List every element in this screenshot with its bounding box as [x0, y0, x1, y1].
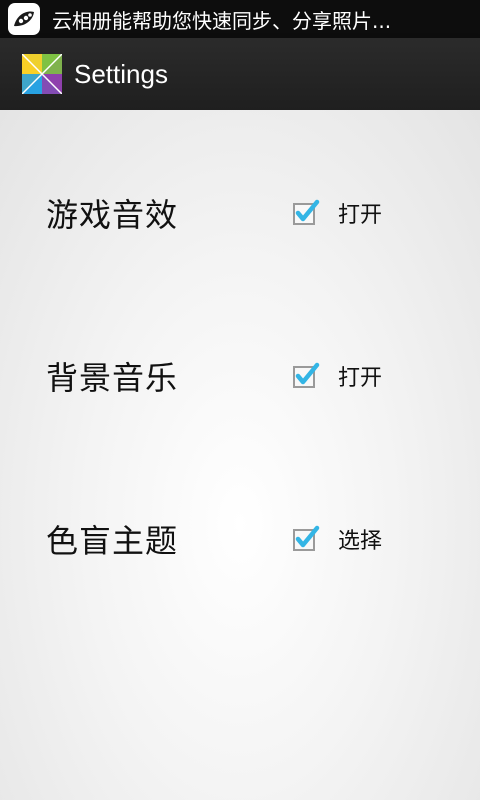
background-music-label: 背景音乐 — [46, 359, 179, 397]
status-bar: 云相册能帮助您快速同步、分享照片... — [0, 0, 480, 38]
colorblind-theme-option-label: 选择 — [338, 529, 383, 554]
sound-effects-toggle[interactable]: 打开 — [292, 197, 382, 229]
app-icon[interactable] — [22, 54, 62, 94]
background-music-toggle[interactable]: 打开 — [292, 360, 382, 392]
setting-row-background-music: 背景音乐 打开 — [0, 346, 480, 406]
page-title: Settings — [74, 58, 168, 89]
checkbox-checked-icon[interactable] — [292, 362, 320, 390]
sound-effects-label: 游戏音效 — [46, 196, 179, 234]
checkbox-checked-icon[interactable] — [292, 525, 320, 553]
settings-list: 游戏音效 打开 背景音乐 打开 色盲主题 选择 — [0, 110, 480, 800]
background-music-option-label: 打开 — [338, 366, 383, 391]
colorblind-theme-toggle[interactable]: 选择 — [292, 523, 382, 555]
peapod-notification-icon — [8, 3, 40, 35]
sound-effects-option-label: 打开 — [338, 203, 383, 228]
colorblind-theme-label: 色盲主题 — [46, 522, 179, 560]
action-bar: Settings — [0, 38, 480, 110]
notification-text: 云相册能帮助您快速同步、分享照片... — [52, 8, 392, 33]
setting-row-sound-effects: 游戏音效 打开 — [0, 183, 480, 243]
checkbox-checked-icon[interactable] — [292, 199, 320, 227]
setting-row-colorblind-theme: 色盲主题 选择 — [0, 509, 480, 569]
